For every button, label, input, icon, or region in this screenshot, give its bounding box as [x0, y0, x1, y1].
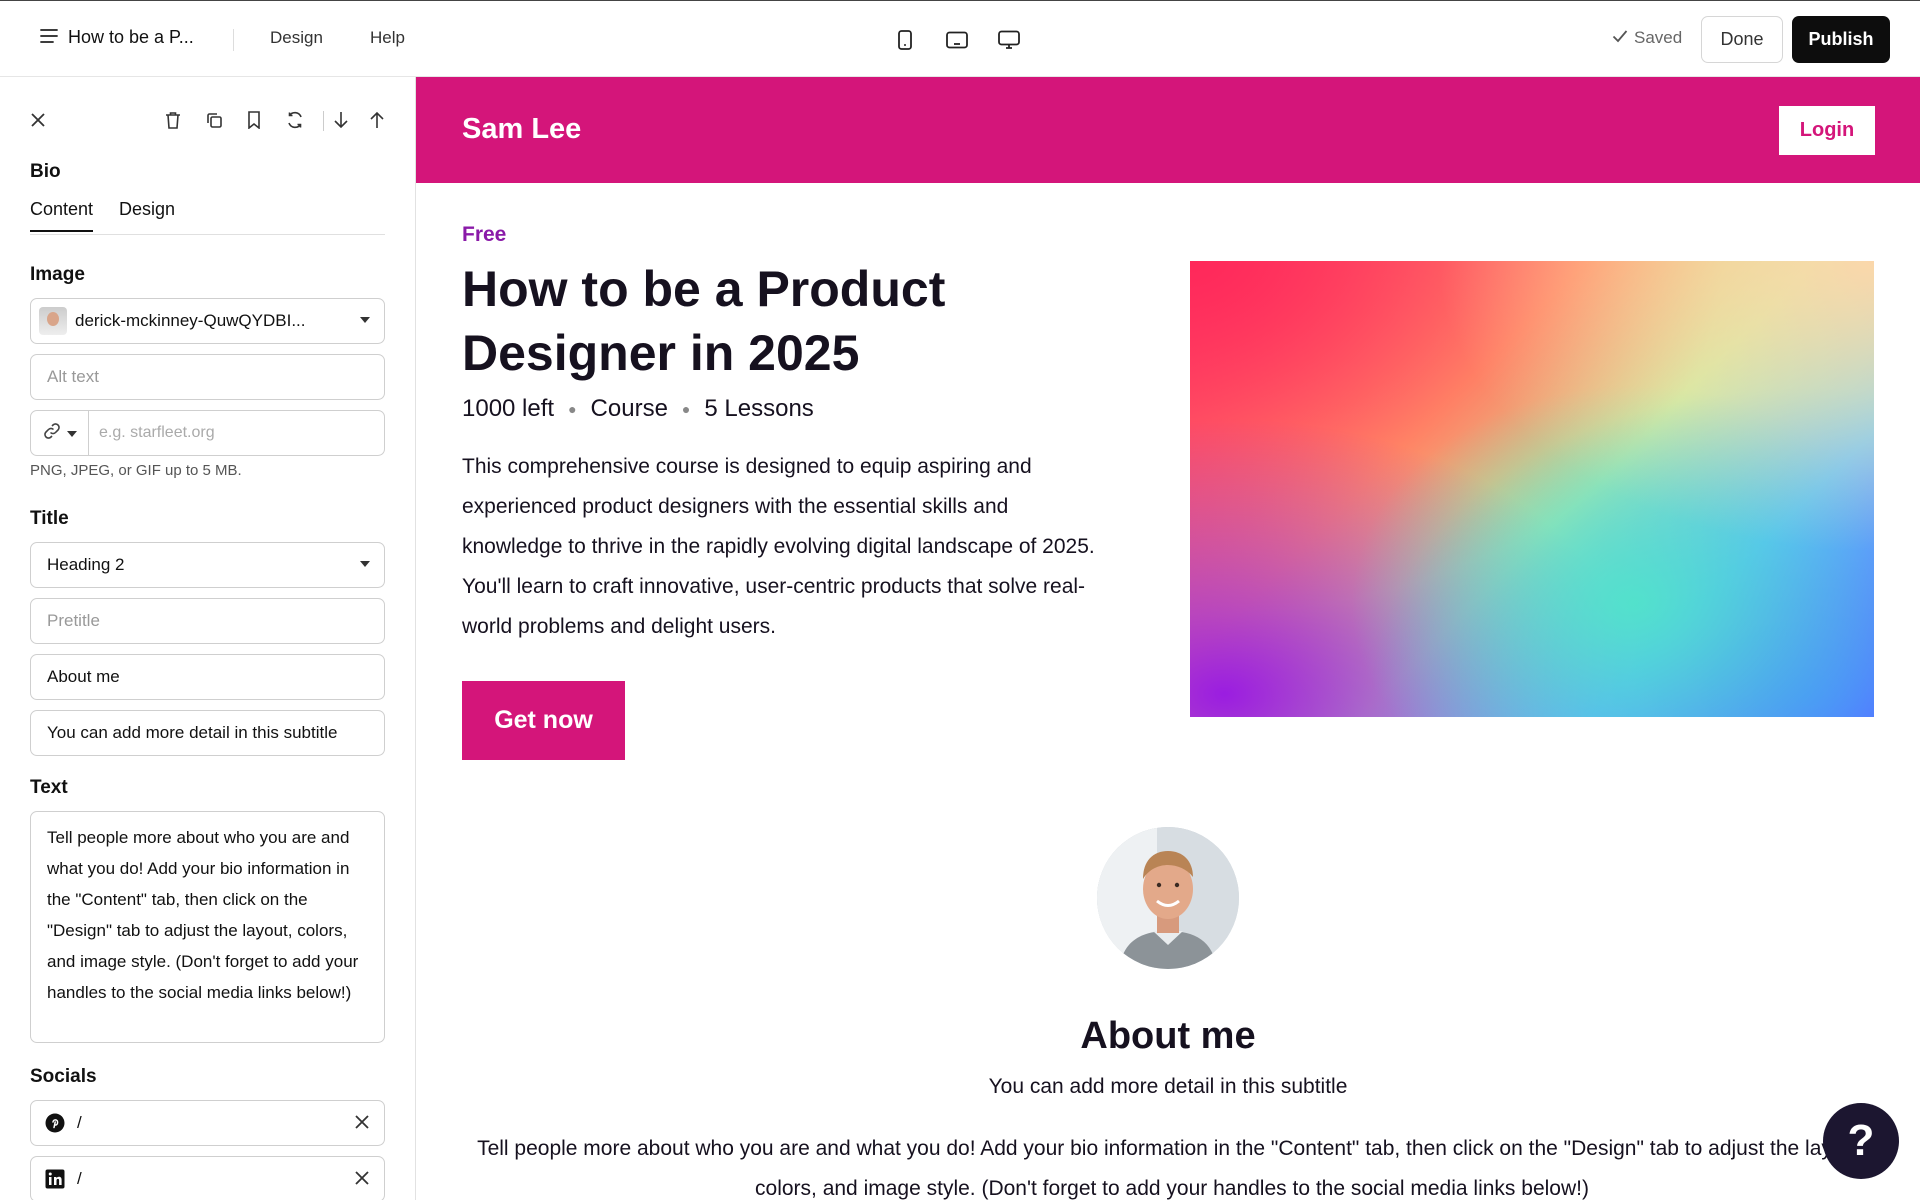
- title-section-label: Title: [30, 508, 69, 529]
- title-input[interactable]: About me: [30, 654, 385, 700]
- image-filename: derick-mckinney-QuwQYDBI...: [75, 311, 306, 330]
- close-icon[interactable]: [354, 1114, 370, 1135]
- login-button[interactable]: Login: [1779, 106, 1875, 155]
- image-thumbnail: [39, 307, 67, 335]
- social-linkedin-value: /: [77, 1169, 82, 1188]
- image-hint: PNG, JPEG, or GIF up to 5 MB.: [30, 462, 242, 479]
- link-url-input[interactable]: e.g. starfleet.org: [89, 424, 215, 442]
- help-button[interactable]: ?: [1823, 1103, 1899, 1179]
- site-name[interactable]: Sam Lee: [462, 113, 581, 146]
- subtitle-input[interactable]: You can add more detail in this subtitle: [30, 710, 385, 756]
- hamburger-icon: [40, 27, 58, 48]
- block-title: Bio: [30, 161, 61, 182]
- price-label: Free: [462, 223, 507, 246]
- page-name: How to be a P...: [68, 27, 194, 47]
- help-menu[interactable]: Help: [370, 28, 405, 48]
- course-meta: 1000 left ● Course ● 5 Lessons: [462, 395, 814, 423]
- heading-level-value: Heading 2: [47, 555, 125, 574]
- dot-separator: ●: [568, 401, 577, 417]
- about-text: Tell people more about who you are and w…: [477, 1137, 1867, 1200]
- socials-section-label: Socials: [30, 1066, 97, 1087]
- dot-separator: ●: [681, 401, 691, 417]
- duplicate-icon[interactable]: [201, 107, 227, 133]
- about-title: About me: [1080, 1015, 1256, 1057]
- bio-textarea[interactable]: Tell people more about who you are and w…: [30, 811, 385, 1043]
- move-up-icon[interactable]: [364, 107, 390, 133]
- text-section-label: Text: [30, 777, 68, 798]
- avatar: [1097, 827, 1239, 969]
- trash-icon[interactable]: [160, 107, 186, 133]
- page-menu-button[interactable]: How to be a P...: [40, 27, 194, 48]
- publish-button[interactable]: Publish: [1792, 16, 1890, 63]
- design-menu[interactable]: Design: [270, 28, 323, 48]
- meta-lessons: 5 Lessons: [704, 395, 814, 422]
- pinterest-icon: [45, 1113, 65, 1133]
- mobile-view-icon[interactable]: [892, 27, 918, 53]
- done-button[interactable]: Done: [1701, 16, 1783, 63]
- meta-remaining: 1000 left: [462, 395, 555, 422]
- close-icon[interactable]: [25, 107, 51, 133]
- meta-type: Course: [590, 395, 668, 422]
- heading-level-select[interactable]: Heading 2: [30, 542, 385, 588]
- check-icon: [1612, 28, 1628, 48]
- social-pinterest-value: /: [77, 1113, 82, 1132]
- chevron-down-icon: [66, 424, 77, 442]
- device-switcher: [892, 27, 1022, 53]
- tablet-view-icon[interactable]: [944, 27, 970, 53]
- image-select[interactable]: derick-mckinney-QuwQYDBI...: [30, 298, 385, 344]
- save-status: Saved: [1612, 28, 1682, 48]
- saved-label: Saved: [1634, 28, 1683, 47]
- image-section-label: Image: [30, 264, 85, 285]
- editor-topbar: How to be a P... Design Help Saved Done …: [0, 0, 1920, 77]
- link-type-select[interactable]: [31, 411, 89, 455]
- link-icon: [43, 422, 61, 445]
- swap-icon[interactable]: [282, 107, 308, 133]
- alt-text-input[interactable]: Alt text: [30, 354, 385, 400]
- block-settings-panel: Bio Content Design Image derick-mckinney…: [0, 77, 416, 1200]
- move-down-icon[interactable]: [328, 107, 354, 133]
- pretitle-input[interactable]: Pretitle: [30, 598, 385, 644]
- course-title: How to be a Product Designer in 2025: [462, 261, 946, 381]
- linkedin-icon: [45, 1169, 65, 1189]
- bookmark-icon[interactable]: [241, 107, 267, 133]
- desktop-view-icon[interactable]: [996, 27, 1022, 53]
- about-subtitle: You can add more detail in this subtitle: [988, 1075, 1348, 1098]
- social-linkedin-field[interactable]: /: [30, 1156, 385, 1200]
- tab-content[interactable]: Content: [30, 199, 94, 232]
- tab-design[interactable]: Design: [119, 199, 175, 230]
- close-icon[interactable]: [354, 1170, 370, 1191]
- site-header: Sam Lee Login: [416, 77, 1920, 183]
- hero-image: [1190, 261, 1874, 717]
- course-description: This comprehensive course is designed to…: [462, 455, 1095, 638]
- panel-tabs: Content Design: [30, 199, 385, 235]
- page-preview: Sam Lee Login Free How to be a Product D…: [416, 77, 1920, 1200]
- divider: [233, 29, 234, 51]
- chevron-down-icon: [360, 317, 370, 323]
- chevron-down-icon: [360, 561, 370, 567]
- panel-toolbar: [0, 107, 415, 137]
- image-link-field[interactable]: e.g. starfleet.org: [30, 410, 385, 456]
- get-now-button[interactable]: Get now: [462, 681, 625, 760]
- social-pinterest-field[interactable]: /: [30, 1100, 385, 1146]
- toolbar-divider: [323, 111, 324, 131]
